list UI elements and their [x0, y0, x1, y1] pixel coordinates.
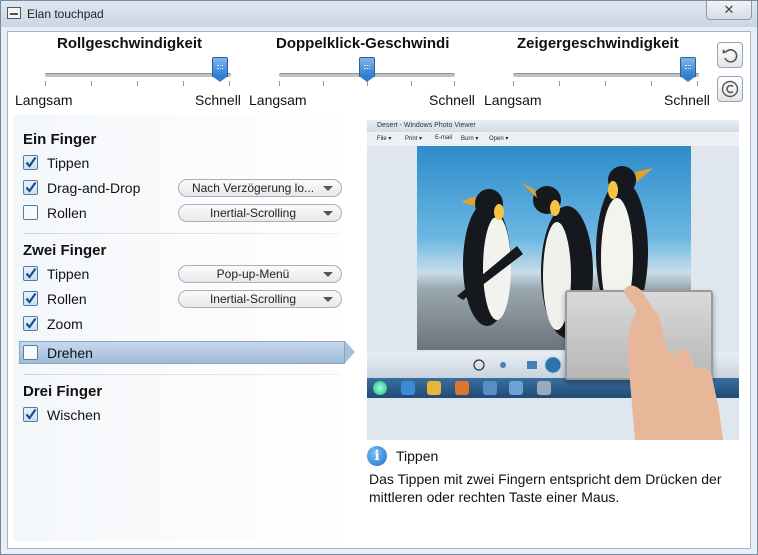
close-button[interactable]: ✕ — [706, 1, 752, 20]
checkmark-icon — [25, 181, 37, 193]
two-finger-rotate-label: Drehen — [47, 345, 93, 361]
divider — [23, 233, 341, 234]
one-finger-drag-checkbox[interactable] — [23, 180, 38, 195]
tick — [559, 81, 560, 86]
one-finger-drag-label: Drag-and-Drop — [47, 180, 141, 196]
tick — [323, 81, 324, 86]
checkmark-icon — [25, 317, 37, 329]
double-click-speed-title: Doppelklick-Geschwindi — [276, 35, 450, 52]
tick — [137, 81, 138, 86]
scroll-speed-thumb[interactable] — [212, 57, 228, 82]
double-click-speed-min-label: Langsam — [249, 92, 307, 108]
two-finger-tap-label: Tippen — [47, 266, 90, 282]
checkmark-icon — [25, 156, 37, 168]
chevron-down-icon — [323, 297, 333, 302]
one-finger-scroll-select[interactable]: Inertial-Scrolling — [178, 204, 342, 222]
checkmark-icon — [25, 292, 37, 304]
two-finger-tap-select[interactable]: Pop-up-Menü — [178, 265, 342, 283]
double-click-speed-thumb[interactable] — [359, 57, 375, 82]
tick — [454, 81, 455, 86]
pointer-speed-thumb[interactable] — [680, 57, 696, 82]
two-finger-zoom-label: Zoom — [47, 316, 83, 332]
tick — [91, 81, 92, 86]
one-finger-tap-checkbox[interactable] — [23, 155, 38, 170]
pointer-speed-track[interactable] — [513, 73, 699, 77]
hand-illustration — [623, 285, 723, 440]
tick — [411, 81, 412, 86]
title-bar: Elan touchpad ✕ — [1, 1, 757, 27]
two-finger-scroll-label: Rollen — [47, 291, 87, 307]
info-icon: i — [367, 446, 387, 466]
double-click-speed-max-label: Schnell — [429, 92, 475, 108]
one-finger-tap-label: Tippen — [47, 155, 90, 171]
two-finger-scroll-select[interactable]: Inertial-Scrolling — [178, 290, 342, 308]
tick — [651, 81, 652, 86]
three-finger-swipe-checkbox[interactable] — [23, 407, 38, 422]
undo-icon — [722, 49, 738, 63]
reset-button[interactable] — [717, 42, 743, 68]
info-title: Tippen — [396, 448, 439, 464]
close-icon: ✕ — [723, 2, 735, 17]
two-finger-tap-value: Pop-up-Menü — [216, 267, 290, 281]
drag-mode-select[interactable]: Nach Verzögerung lo... — [178, 179, 342, 197]
gesture-preview-image: Desert - Windows Photo Viewer File ▾ Pri… — [367, 120, 739, 440]
drag-mode-value: Nach Verzögerung lo... — [191, 181, 315, 195]
two-finger-title: Zwei Finger — [23, 242, 107, 259]
copyright-icon — [721, 80, 739, 98]
chevron-down-icon — [323, 211, 333, 216]
tick — [45, 81, 46, 86]
two-finger-scroll-value: Inertial-Scrolling — [209, 292, 297, 306]
pointer-speed-min-label: Langsam — [484, 92, 542, 108]
one-finger-scroll-label: Rollen — [47, 205, 87, 221]
tick — [697, 81, 698, 86]
tick — [183, 81, 184, 86]
one-finger-scroll-value: Inertial-Scrolling — [209, 206, 297, 220]
scroll-speed-min-label: Langsam — [15, 92, 73, 108]
tick — [229, 81, 230, 86]
two-finger-rotate-checkbox[interactable] — [23, 345, 38, 360]
three-finger-title: Drei Finger — [23, 383, 103, 400]
tick — [279, 81, 280, 86]
pointer-speed-title: Zeigergeschwindigkeit — [517, 35, 679, 52]
chevron-down-icon — [323, 272, 333, 277]
window-title: Elan touchpad — [27, 7, 104, 21]
tick — [513, 81, 514, 86]
checkmark-icon — [25, 267, 37, 279]
scroll-speed-track[interactable] — [45, 73, 231, 77]
info-description: Das Tippen mit zwei Fingern entspricht d… — [369, 471, 722, 505]
pointer-speed-max-label: Schnell — [664, 92, 710, 108]
about-button[interactable] — [717, 76, 743, 102]
one-finger-scroll-checkbox[interactable] — [23, 205, 38, 220]
two-finger-tap-checkbox[interactable] — [23, 266, 38, 281]
divider — [23, 374, 341, 375]
touchpad-settings-window: Elan touchpad ✕ Rollgeschwindigkeit Lang… — [0, 0, 758, 555]
chevron-down-icon — [323, 186, 333, 191]
three-finger-swipe-label: Wischen — [47, 407, 101, 423]
scroll-speed-title: Rollgeschwindigkeit — [57, 35, 203, 52]
two-finger-scroll-checkbox[interactable] — [23, 291, 38, 306]
scroll-speed-max-label: Schnell — [195, 92, 241, 108]
two-finger-zoom-checkbox[interactable] — [23, 316, 38, 331]
one-finger-title: Ein Finger — [23, 131, 97, 148]
checkmark-icon — [25, 408, 37, 420]
app-icon — [7, 7, 21, 19]
tick — [605, 81, 606, 86]
